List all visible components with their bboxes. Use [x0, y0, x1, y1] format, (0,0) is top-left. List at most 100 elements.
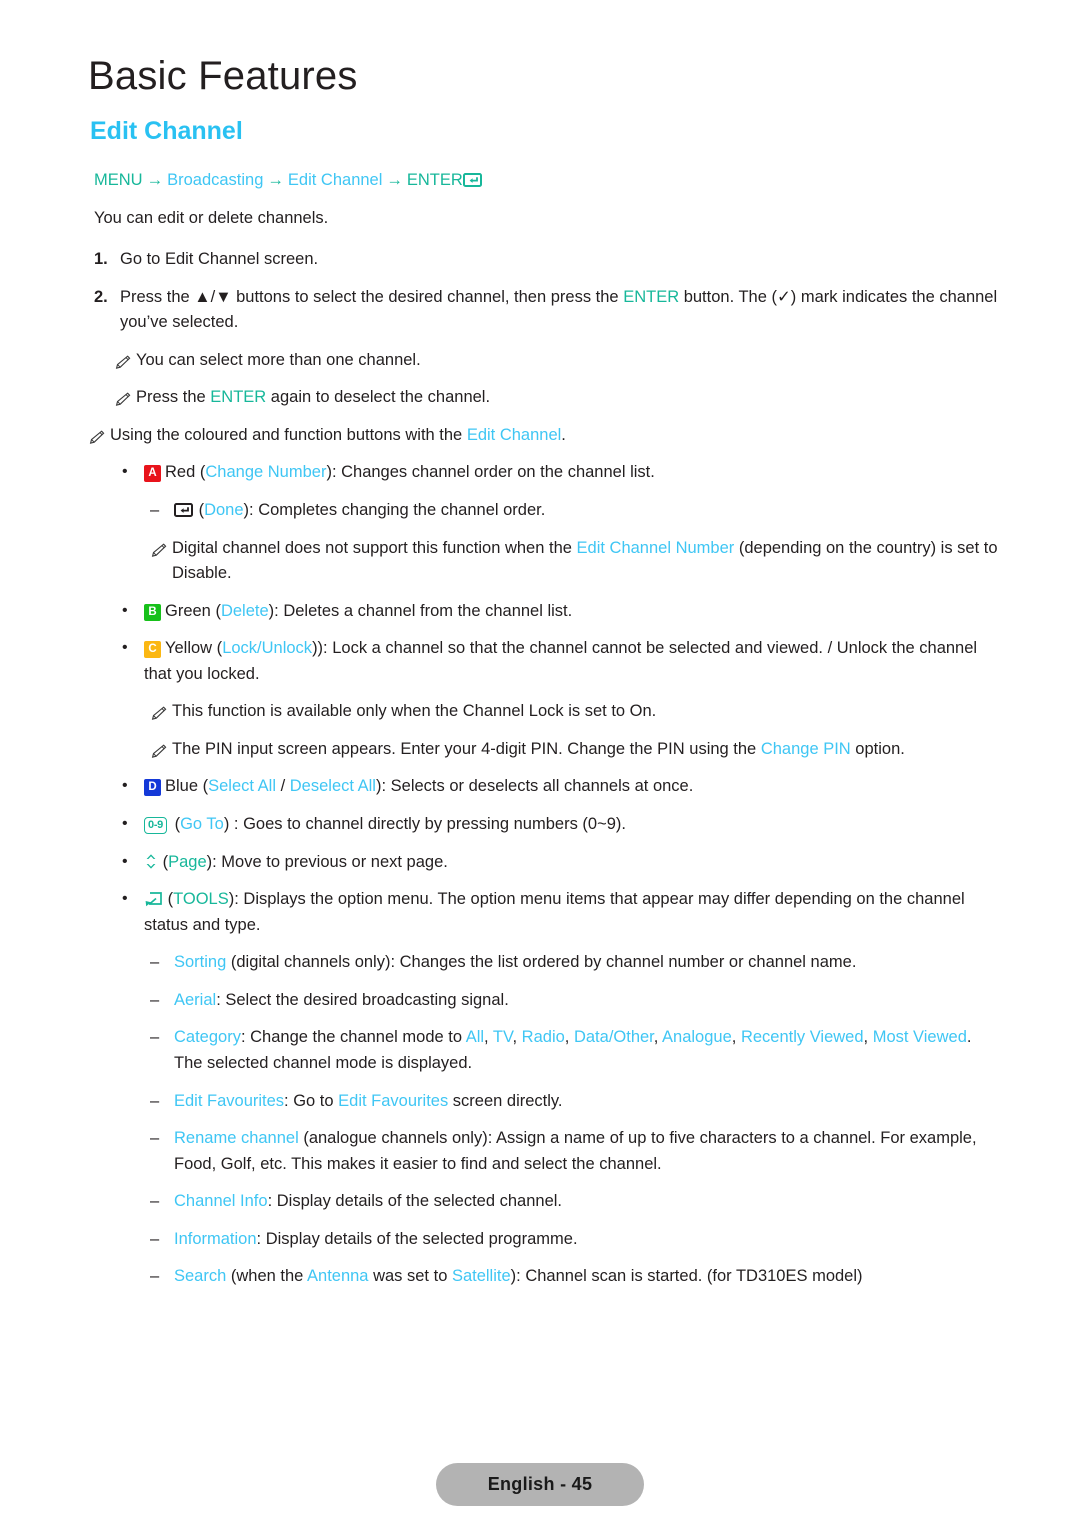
- pencil-note-icon: [150, 700, 172, 726]
- bullet-page-text: (Page): Move to previous or next page.: [144, 850, 1000, 876]
- edit-favourites-text: : Go to: [284, 1091, 339, 1110]
- note-deselect-enter: ENTER: [210, 388, 267, 407]
- coloured-intro-suffix: .: [561, 425, 566, 444]
- dash-rename-channel: – Rename channel (analogue channels only…: [150, 1126, 1000, 1177]
- breadcrumb-broadcasting: Broadcasting: [167, 170, 264, 189]
- done-close: ): Completes changing the channel order.: [243, 500, 546, 519]
- breadcrumb-menu: MENU: [94, 170, 143, 189]
- bullet-red-button: • A Red (Change Number): Changes channel …: [122, 460, 1000, 486]
- edit-favourites-link: Edit Favourites: [174, 1091, 285, 1110]
- enter-return-icon: [462, 171, 483, 189]
- pencil-note-icon: [88, 424, 110, 450]
- tools-link: TOOLS: [173, 890, 229, 909]
- bullet-dot: •: [122, 852, 128, 870]
- dash-done: – (Done): Completes changing the channel…: [150, 498, 1000, 524]
- bullet-dot: •: [122, 777, 128, 795]
- pencil-note-icon: [114, 349, 136, 375]
- dash-mark: –: [150, 953, 160, 972]
- key-badge-c-icon: C: [144, 641, 161, 659]
- note-pin-input: The PIN input screen appears. Enter your…: [150, 737, 1000, 763]
- dash-edit-favourites-text: Edit Favourites: Go to Edit Favourites s…: [174, 1089, 1000, 1115]
- pin-note-suffix: option.: [850, 739, 905, 758]
- green-name: Green: [165, 601, 211, 620]
- page-footer: English - 45: [0, 1463, 1080, 1506]
- step-1-text: Go to Edit Channel screen.: [120, 250, 319, 268]
- category-mode-data-other: Data/Other: [573, 1028, 654, 1047]
- search-link-antenna: Antenna: [307, 1267, 369, 1286]
- note-select-more-text: You can select more than one channel.: [136, 350, 421, 369]
- enter-return-icon-dark: [174, 501, 194, 519]
- page-number-badge: English - 45: [435, 1463, 645, 1506]
- step-1: 1. Go to Edit Channel screen.: [94, 247, 1000, 273]
- tools-arrow-icon: [144, 890, 163, 908]
- dash-mark: –: [150, 1229, 160, 1248]
- bullet-tools-text: (TOOLS): Displays the option menu. The o…: [144, 887, 1000, 938]
- dash-mark: –: [150, 1267, 160, 1286]
- note-deselect: Press the ENTER again to deselect the ch…: [114, 385, 1000, 411]
- chapter-title: Basic Features: [88, 54, 358, 98]
- tools-close: ): Displays the option menu. The option …: [144, 890, 965, 934]
- digital-note-link: Edit Channel Number: [576, 538, 735, 557]
- key-badge-a-icon: A: [144, 465, 161, 483]
- blue-link-deselect-all: Deselect All: [289, 777, 376, 796]
- manual-page: Basic Features Edit Channel MENU → Broadca…: [0, 0, 1080, 1534]
- bullet-yellow-button: • C Yellow (Lock/Unlock)): Lock a channel…: [122, 636, 1000, 687]
- search-tail: ): Channel scan is started. (for TD310ES…: [510, 1267, 863, 1286]
- done-link: Done: [204, 500, 244, 519]
- pencil-note-icon: [150, 738, 172, 764]
- blue-name: Blue: [165, 777, 199, 796]
- search-link-satellite: Satellite: [451, 1267, 511, 1286]
- number-range-badge-icon: 0-9: [144, 817, 167, 834]
- dash-sorting: – Sorting (digital channels only): Chang…: [150, 950, 1000, 976]
- breadcrumb-arrow-1: →: [146, 170, 164, 189]
- dash-search-text: Search (when the Antenna was set to Sate…: [174, 1264, 1000, 1290]
- red-close: ): Changes channel order on the channel …: [326, 463, 655, 482]
- channel-info-link: Channel Info: [174, 1192, 268, 1211]
- dash-mark: –: [150, 1091, 160, 1110]
- pencil-note-icon: [150, 537, 172, 588]
- red-link-change-number: Change Number: [205, 463, 327, 482]
- bullet-dot: •: [122, 601, 128, 619]
- coloured-intro-link: Edit Channel: [466, 425, 562, 444]
- sorting-text: (digital channels only): Changes the lis…: [226, 953, 857, 972]
- dash-rename-channel-text: Rename channel (analogue channels only):…: [174, 1126, 1000, 1177]
- bullet-tools: • (TOOLS): Displays the option menu. The…: [122, 887, 1000, 938]
- bullet-dot: •: [122, 463, 128, 481]
- breadcrumb-arrow-3: →: [386, 170, 403, 189]
- breadcrumb-edit-channel: Edit Channel: [287, 170, 383, 189]
- page-link: Page: [168, 852, 207, 871]
- breadcrumb-enter: ENTER: [406, 170, 463, 189]
- dash-channel-info-text: Channel Info: Display details of the sel…: [174, 1189, 1000, 1215]
- search-mid: was set to: [368, 1267, 452, 1286]
- dash-search: – Search (when the Antenna was set to Sa…: [150, 1264, 1000, 1290]
- bullet-blue-button: • D Blue (Select All / Deselect All): Sel…: [122, 774, 1000, 800]
- breadcrumb-arrow-2: →: [267, 170, 284, 189]
- note-deselect-suffix: again to deselect the channel.: [266, 388, 491, 407]
- yellow-link-lock-unlock: Lock/Unlock: [222, 639, 313, 658]
- blue-open: (: [198, 777, 209, 796]
- dash-aerial: – Aerial: Select the desired broadcastin…: [150, 988, 1000, 1014]
- dash-information-text: Information: Display details of the sele…: [174, 1227, 1000, 1253]
- dash-sorting-text: Sorting (digital channels only): Changes…: [174, 950, 1000, 976]
- goto-link: Go To: [180, 815, 224, 833]
- checkmark-icon: ✓: [776, 287, 791, 306]
- category-mode-radio: Radio: [521, 1028, 565, 1047]
- step-2-number: 2.: [94, 287, 108, 306]
- red-open: (: [195, 463, 206, 482]
- blue-slash: /: [276, 777, 290, 796]
- digital-note-prefix: Digital channel does not support this fu…: [172, 538, 577, 557]
- edit-favourites-tail: screen directly.: [448, 1091, 563, 1110]
- intro-text: You can edit or delete channels.: [94, 209, 329, 228]
- note-coloured-intro: Using the coloured and function buttons …: [88, 423, 1000, 449]
- bullet-goto-text: 0-9 (Go To) : Goes to channel directly b…: [144, 812, 1000, 838]
- category-mode-analogue: Analogue: [662, 1028, 732, 1047]
- pencil-note-icon: [114, 386, 136, 412]
- dash-mark: –: [150, 1129, 160, 1148]
- bullet-green-button: • B Green (Delete): Deletes a channel fro…: [122, 599, 1000, 625]
- updown-chevron-icon: [144, 853, 158, 871]
- step-2-mid: button. The (: [679, 287, 777, 306]
- green-link-delete: Delete: [220, 601, 269, 620]
- aerial-text: : Select the desired broadcasting signal…: [216, 990, 509, 1009]
- bullet-green-text: B Green (Delete): Deletes a channel from …: [144, 599, 1000, 625]
- dash-mark: –: [150, 990, 160, 1009]
